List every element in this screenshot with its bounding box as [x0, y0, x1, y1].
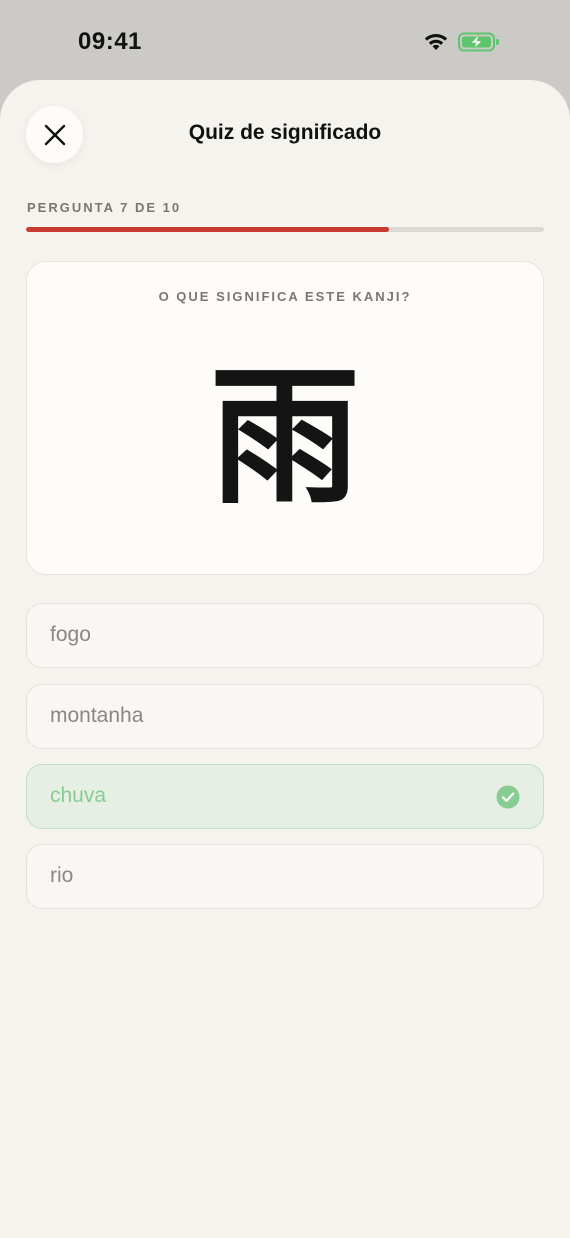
page-title: Quiz de significado: [188, 121, 382, 144]
check-circle-icon: [496, 785, 520, 809]
progress-bar-fill: [26, 227, 389, 232]
battery-charging-icon: [458, 32, 499, 52]
answer-option-montanha[interactable]: montanha: [26, 684, 544, 749]
answer-option-label: fogo: [50, 623, 91, 646]
answer-option-label: rio: [50, 864, 74, 887]
answer-option-fogo[interactable]: fogo: [26, 603, 544, 668]
answer-option-label: chuva: [50, 784, 107, 807]
question-prompt: O QUE SIGNIFICA ESTE KANJI?: [158, 289, 412, 304]
answer-option-label: montanha: [50, 704, 144, 727]
wifi-icon: [424, 34, 448, 50]
progress-bar: [26, 227, 544, 232]
progress-label: PERGUNTA 7 DE 10: [27, 200, 182, 215]
answer-option-rio[interactable]: rio: [26, 844, 544, 909]
status-bar: 09:41: [0, 0, 570, 80]
status-time: 09:41: [78, 28, 142, 55]
kanji-card: O QUE SIGNIFICA ESTE KANJI? 雨: [26, 261, 544, 575]
kanji-character: 雨: [209, 349, 360, 525]
answer-option-chuva[interactable]: chuva: [26, 764, 544, 829]
quiz-sheet: Quiz de significado PERGUNTA 7 DE 10 O Q…: [0, 80, 570, 1238]
